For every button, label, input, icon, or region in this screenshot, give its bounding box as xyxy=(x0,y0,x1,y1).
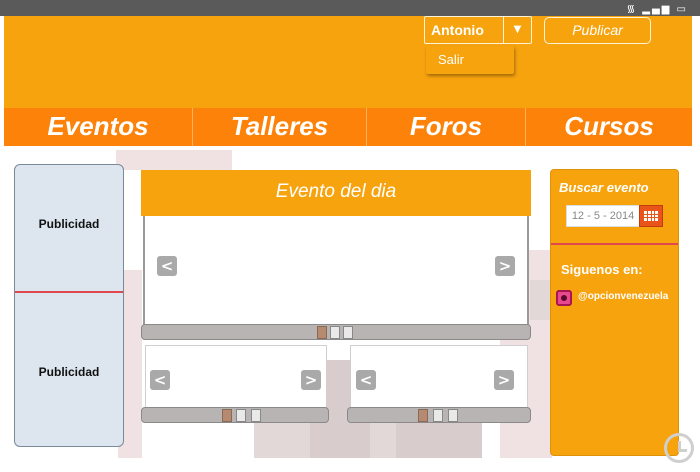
ad-label-top: Publicidad xyxy=(38,217,100,231)
side-panel: Buscar evento 12 - 5 - 2014 Siguenos en:… xyxy=(550,169,679,456)
pager-dot-active[interactable] xyxy=(222,409,232,422)
instagram-icon[interactable] xyxy=(556,290,572,306)
small-slider-pager xyxy=(347,407,531,423)
slider-next-button[interactable]: > xyxy=(301,370,321,390)
nav-item-talleres[interactable]: Talleres xyxy=(193,108,367,146)
nav-item-eventos[interactable]: Eventos xyxy=(4,108,193,146)
small-slider-left: < > xyxy=(145,345,327,409)
background-block xyxy=(396,420,482,458)
pager-dot[interactable] xyxy=(330,326,340,339)
slider-pager xyxy=(141,324,531,340)
side-divider xyxy=(551,243,678,245)
pager-dot[interactable] xyxy=(448,409,458,422)
event-title: Evento del dia xyxy=(141,170,531,216)
wifi-icon: ᯾ xyxy=(626,4,638,15)
ad-label-bottom: Publicidad xyxy=(38,365,100,379)
pager-dot[interactable] xyxy=(433,409,443,422)
logout-menu-item[interactable]: Salir xyxy=(438,52,464,67)
calendar-icon[interactable] xyxy=(639,205,663,227)
chevron-down-icon[interactable]: ▼ xyxy=(503,17,531,43)
small-slider-right: < > xyxy=(350,345,528,409)
nav-item-cursos[interactable]: Cursos xyxy=(526,108,692,146)
search-event-title: Buscar evento xyxy=(559,180,649,195)
background-block xyxy=(530,280,550,320)
pager-dot[interactable] xyxy=(236,409,246,422)
pager-dot-active[interactable] xyxy=(418,409,428,422)
slider-prev-button[interactable]: < xyxy=(356,370,376,390)
main-event-slider: < > xyxy=(143,216,529,326)
nav-item-foros[interactable]: Foros xyxy=(367,108,526,146)
slider-prev-button[interactable]: < xyxy=(150,370,170,390)
publish-button[interactable]: Publicar xyxy=(544,17,651,44)
user-select[interactable]: Antonio ▼ xyxy=(424,16,532,44)
slider-next-button[interactable]: > xyxy=(494,370,514,390)
signal-icon: ▂▄▆ xyxy=(642,4,672,15)
pager-dot-active[interactable] xyxy=(317,326,327,339)
ad-divider xyxy=(15,291,123,293)
user-dropdown-menu: Salir xyxy=(426,46,514,74)
status-bar: ᯾ ▂▄▆ ▭ xyxy=(0,0,700,16)
date-input[interactable]: 12 - 5 - 2014 xyxy=(566,205,640,227)
status-icons: ᯾ ▂▄▆ ▭ xyxy=(627,1,688,15)
ad-panel: Publicidad Publicidad xyxy=(14,164,124,447)
slider-next-button[interactable]: > xyxy=(495,256,515,276)
pager-dot[interactable] xyxy=(343,326,353,339)
background-block xyxy=(116,150,232,170)
small-slider-pager xyxy=(141,407,329,423)
pager-dot[interactable] xyxy=(251,409,261,422)
main-nav: Eventos Talleres Foros Cursos xyxy=(4,108,692,146)
history-icon[interactable] xyxy=(664,433,694,463)
user-select-value: Antonio xyxy=(431,22,484,38)
instagram-handle-link[interactable]: @opcionvenezuela xyxy=(578,291,668,302)
battery-icon: ▭ xyxy=(676,4,688,15)
background-block xyxy=(254,420,314,458)
slider-prev-button[interactable]: < xyxy=(157,256,177,276)
follow-us-title: Siguenos en: xyxy=(561,262,643,277)
